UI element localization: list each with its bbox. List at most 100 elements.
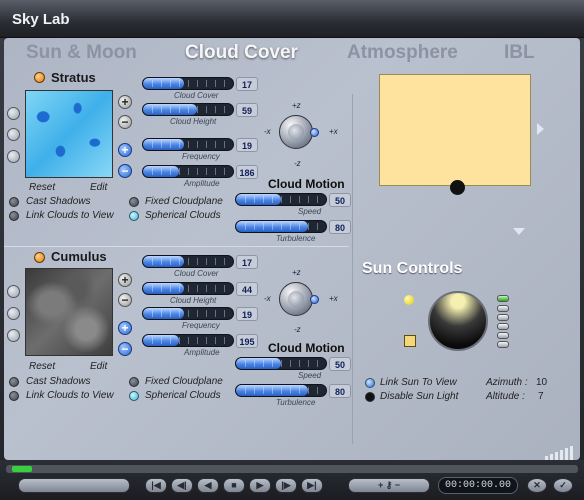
stratus-radio-3[interactable] [7, 150, 20, 163]
stratus-speed-value[interactable]: 50 [329, 193, 351, 207]
stratus-direction-knob[interactable] [279, 115, 319, 149]
cumulus-remove-icon[interactable]: − [118, 293, 132, 307]
cumulus-turbulence-label: Turbulence [276, 398, 316, 407]
sun-pad-down-arrow-icon[interactable] [513, 228, 525, 235]
cumulus-reset-link[interactable]: Reset [29, 361, 55, 372]
stratus-reset-link[interactable]: Reset [29, 182, 55, 193]
sun-intensity-knob[interactable] [428, 291, 488, 351]
cumulus-frequency-slider[interactable] [142, 307, 234, 320]
cumulus-amplitude-slider[interactable] [142, 334, 234, 347]
sun-position-marker[interactable] [450, 180, 465, 195]
stratus-speed-slider[interactable] [235, 193, 327, 206]
timecode-display[interactable]: 00:00:00.00 [438, 477, 518, 494]
cumulus-cloud-cover-label: Cloud Cover [174, 269, 219, 278]
stratus-minus-icon[interactable]: − [118, 164, 132, 178]
sun-level-5[interactable] [497, 332, 509, 339]
go-end-button[interactable]: ▶| [301, 478, 323, 493]
cumulus-cloud-cover-value[interactable]: 17 [236, 255, 258, 269]
tab-sun-moon[interactable]: Sun & Moon [26, 42, 137, 64]
stratus-add-icon[interactable]: + [118, 95, 132, 109]
stratus-fixed-cloudplane-toggle[interactable] [129, 197, 139, 207]
tab-atmosphere[interactable]: Atmosphere [347, 42, 458, 64]
cumulus-cloud-height-slider[interactable] [142, 282, 234, 295]
stratus-turbulence-value[interactable]: 80 [329, 220, 351, 234]
cumulus-radio-3[interactable] [7, 329, 20, 342]
cumulus-amplitude-value[interactable]: 195 [236, 334, 258, 348]
stratus-axis-bottom: -z [294, 159, 301, 168]
play-button[interactable]: ▶ [249, 478, 271, 493]
cumulus-speed-value[interactable]: 50 [329, 357, 351, 371]
link-sun-toggle[interactable] [365, 378, 375, 388]
disable-sun-toggle[interactable] [365, 392, 375, 402]
cancel-icon[interactable]: ✕ [527, 478, 547, 493]
cumulus-cast-shadows-toggle[interactable] [9, 377, 19, 387]
play-back-button[interactable]: ◀ [197, 478, 219, 493]
stratus-cloud-cover-slider[interactable] [142, 77, 234, 90]
stratus-speed-label: Speed [298, 207, 322, 216]
altitude-value[interactable]: 7 [538, 391, 544, 402]
stratus-texture-preview[interactable] [25, 90, 113, 178]
stratus-cloud-cover-value[interactable]: 17 [236, 77, 258, 91]
sun-color-icon[interactable] [404, 295, 414, 305]
stratus-axis-left: -x [264, 127, 271, 136]
cumulus-plus-icon[interactable]: + [118, 321, 132, 335]
cumulus-cloud-cover-slider[interactable] [142, 255, 234, 268]
cumulus-knob-indicator-icon [310, 295, 319, 304]
tab-ibl[interactable]: IBL [504, 42, 535, 64]
cumulus-speed-slider[interactable] [235, 357, 327, 370]
tab-cloud-cover[interactable]: Cloud Cover [185, 42, 298, 64]
cumulus-spherical-clouds-toggle[interactable] [129, 391, 139, 401]
cumulus-radio-2[interactable] [7, 307, 20, 320]
prev-key-button[interactable]: ◀| [171, 478, 193, 493]
cumulus-link-clouds-toggle[interactable] [9, 391, 19, 401]
next-key-button[interactable]: |▶ [275, 478, 297, 493]
title-bar[interactable]: Sky Lab [0, 0, 584, 38]
stratus-turbulence-slider[interactable] [235, 220, 327, 233]
cumulus-edit-link[interactable]: Edit [90, 361, 107, 372]
timeline-playhead[interactable] [12, 466, 32, 472]
cumulus-cloud-height-value[interactable]: 44 [236, 282, 258, 296]
stratus-plus-icon[interactable]: + [118, 143, 132, 157]
keyframe-tool-button[interactable]: + ⚷ − [348, 478, 430, 493]
sun-level-1[interactable] [497, 295, 509, 302]
sun-position-pad[interactable] [379, 74, 531, 186]
stratus-cast-shadows-toggle[interactable] [9, 197, 19, 207]
cumulus-direction-knob[interactable] [279, 282, 319, 316]
link-sun-label: Link Sun To View [380, 377, 457, 388]
stratus-remove-icon[interactable]: − [118, 115, 132, 129]
cumulus-add-icon[interactable]: + [118, 273, 132, 287]
cumulus-fixed-cloudplane-toggle[interactable] [129, 377, 139, 387]
keyframe-strip[interactable] [18, 478, 130, 493]
go-start-button[interactable]: |◀ [145, 478, 167, 493]
cumulus-texture-preview[interactable] [25, 268, 113, 356]
stratus-amplitude-slider[interactable] [142, 165, 234, 178]
stop-button[interactable]: ■ [223, 478, 245, 493]
stratus-spherical-clouds-toggle[interactable] [129, 211, 139, 221]
stratus-link-clouds-toggle[interactable] [9, 211, 19, 221]
cumulus-turbulence-slider[interactable] [235, 384, 327, 397]
sun-level-4[interactable] [497, 323, 509, 330]
cumulus-minus-icon[interactable]: − [118, 342, 132, 356]
sun-level-2[interactable] [497, 305, 509, 312]
confirm-icon[interactable]: ✓ [553, 478, 573, 493]
stratus-cloud-height-slider[interactable] [142, 103, 234, 116]
cumulus-frequency-value[interactable]: 19 [236, 307, 258, 321]
cumulus-enable-icon[interactable] [34, 252, 45, 263]
stratus-radio-1[interactable] [7, 107, 20, 120]
stratus-edit-link[interactable]: Edit [90, 182, 107, 193]
timeline-scrubber[interactable] [6, 465, 578, 473]
sun-swatch-icon[interactable] [404, 335, 416, 347]
stratus-frequency-slider[interactable] [142, 138, 234, 151]
stratus-spherical-clouds-label: Spherical Clouds [145, 210, 221, 221]
sun-pad-right-arrow-icon[interactable] [537, 123, 544, 135]
sun-level-6[interactable] [497, 341, 509, 348]
stratus-radio-2[interactable] [7, 128, 20, 141]
sun-level-3[interactable] [497, 314, 509, 321]
azimuth-value[interactable]: 10 [536, 377, 547, 388]
stratus-cloud-height-value[interactable]: 59 [236, 103, 258, 117]
stratus-amplitude-value[interactable]: 186 [236, 165, 258, 179]
cumulus-turbulence-value[interactable]: 80 [329, 384, 351, 398]
cumulus-radio-1[interactable] [7, 285, 20, 298]
stratus-enable-icon[interactable] [34, 72, 45, 83]
stratus-frequency-value[interactable]: 19 [236, 138, 258, 152]
